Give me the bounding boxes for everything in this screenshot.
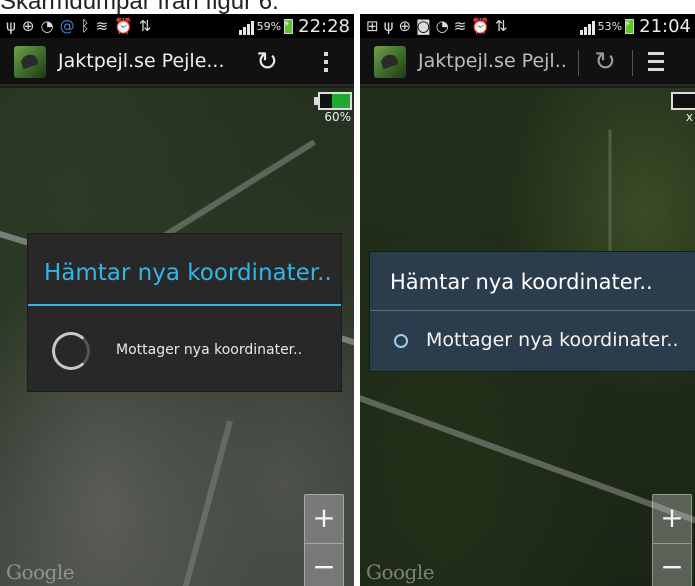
wifi-icon: ◔ <box>435 17 449 35</box>
battery-widget: 60% <box>312 92 354 124</box>
google-logo: Google <box>366 560 435 584</box>
zoom-in-button[interactable]: + <box>653 495 691 544</box>
vibrate-icon: ≋ <box>95 17 109 35</box>
alarm-icon: ⏰ <box>471 17 490 35</box>
action-bar: Jaktpejl.se Pejl.. ↻ <box>360 38 695 86</box>
signal-strength-icon <box>579 19 595 35</box>
zoom-out-button[interactable]: − <box>653 544 691 586</box>
app-title: Jaktpejl.se Pejle... <box>58 50 225 72</box>
menu-icon[interactable] <box>648 52 668 76</box>
progress-spinner-icon <box>394 334 408 348</box>
plus-icon: ⊞ <box>366 17 379 35</box>
bluetooth-icon: ᛒ <box>80 17 90 35</box>
zoom-controls: + − <box>652 494 692 586</box>
status-bar: ψ ⊕ ◔ @ ᛒ ≋ ⏰ ⇅ 59% 22:28 <box>0 14 354 38</box>
refresh-icon[interactable]: ↻ <box>252 48 282 78</box>
battery-percent: 59% <box>256 20 282 33</box>
progress-dialog: Hämtar nya koordinater.. Mottager nya ko… <box>28 234 341 391</box>
battery-charging-icon <box>624 19 635 34</box>
zoom-out-button[interactable]: − <box>305 544 343 586</box>
dialog-message: Mottager nya koordinater.. <box>426 329 679 351</box>
dialog-title: Hämtar nya koordinater.. <box>390 270 653 294</box>
caption-fragment: Skärmdumpar från figur 6. <box>0 0 695 14</box>
dialog-message: Mottager nya koordinater.. <box>116 342 303 358</box>
dialog-title-divider <box>370 310 695 311</box>
battery-charging-icon <box>283 19 294 34</box>
dialog-title: Hämtar nya koordinater.. <box>44 260 332 286</box>
battery-percent: 53% <box>597 20 623 33</box>
app-title: Jaktpejl.se Pejl.. <box>418 50 567 72</box>
battery-widget-percent: 60% <box>324 110 351 124</box>
usb-icon: ψ <box>383 17 394 35</box>
zoom-controls: + − <box>304 494 344 586</box>
alarm-icon: ⏰ <box>114 17 133 35</box>
battery-widget-percent: x <box>685 110 693 124</box>
zoom-in-button[interactable]: + <box>305 495 343 544</box>
progress-spinner-icon <box>52 332 90 370</box>
camera-icon: ◙ <box>416 17 431 35</box>
at-icon: @ <box>59 17 75 35</box>
status-bar: ⊞ ψ ⊕ ◙ ◔ ≋ ⏰ ⇅ 53% 21:04 <box>360 14 695 38</box>
status-clock: 21:04 <box>639 16 691 37</box>
dialog-title-divider <box>28 304 341 306</box>
gps-icon: ⊕ <box>21 17 35 35</box>
phone-screenshot-right: ⊞ ψ ⊕ ◙ ◔ ≋ ⏰ ⇅ 53% 21:04 Jaktpejl.se Pe… <box>360 14 695 586</box>
action-bar: Jaktpejl.se Pejle... ↻ <box>0 38 354 86</box>
status-clock: 22:28 <box>298 16 350 37</box>
app-icon[interactable] <box>374 46 406 78</box>
wifi-icon: ◔ <box>40 17 54 35</box>
google-logo: Google <box>6 560 75 584</box>
data-transfer-icon: ⇅ <box>138 17 152 35</box>
app-icon[interactable] <box>14 46 46 78</box>
vibrate-icon: ≋ <box>453 17 467 35</box>
phone-screenshot-left: ψ ⊕ ◔ @ ᛒ ≋ ⏰ ⇅ 59% 22:28 Jaktpejl.se Pe… <box>0 14 354 586</box>
usb-icon: ψ <box>6 17 16 35</box>
refresh-icon[interactable]: ↻ <box>590 48 620 78</box>
gps-icon: ⊕ <box>398 17 412 35</box>
signal-strength-icon <box>238 19 254 35</box>
progress-dialog: Hämtar nya koordinater.. Mottager nya ko… <box>370 252 695 371</box>
overflow-menu-icon[interactable] <box>316 48 336 78</box>
data-transfer-icon: ⇅ <box>494 17 508 35</box>
battery-widget: x <box>665 92 695 124</box>
